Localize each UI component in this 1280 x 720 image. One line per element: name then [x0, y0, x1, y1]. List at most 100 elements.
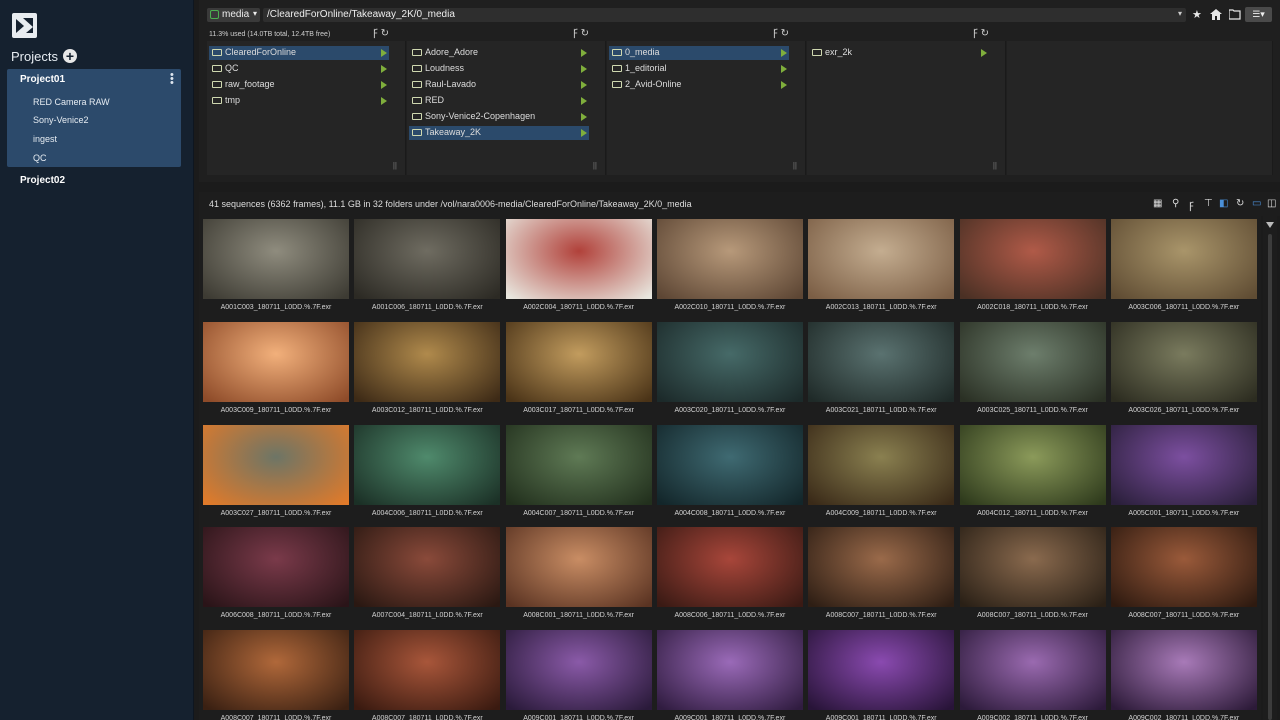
sequence-thumbnail[interactable] — [505, 630, 652, 711]
project-subitem[interactable]: Sony-Venice2 — [33, 115, 89, 125]
sequence-thumbnail[interactable] — [354, 527, 501, 608]
project-item[interactable]: Project01 • • • RED Camera RAW Sony-Venice… — [7, 69, 181, 167]
column-filter-icon[interactable]: Ꝼ ↻ — [973, 25, 989, 39]
project-subitem[interactable]: RED Camera RAW — [33, 97, 110, 107]
scroll-up-icon[interactable] — [1266, 222, 1274, 228]
sequence-thumbnail[interactable] — [505, 219, 652, 299]
column-filter-icon[interactable]: Ꝼ ↻ — [573, 25, 589, 39]
sequence-thumbnail[interactable] — [808, 527, 955, 608]
expand-arrow-icon[interactable] — [981, 49, 987, 57]
folder-row[interactable]: 2_Avid-Online — [609, 78, 789, 92]
star-icon[interactable]: ★ — [1192, 8, 1202, 21]
chevron-down-icon[interactable]: ▾ — [1178, 9, 1182, 18]
expand-arrow-icon[interactable] — [381, 65, 387, 73]
path-input[interactable]: /ClearedForOnline/Takeaway_2K/0_media ▾ — [263, 8, 1186, 22]
scrollbar-thumb[interactable] — [1268, 234, 1272, 720]
folder-row[interactable]: ClearedForOnline — [209, 46, 389, 60]
sequence-thumbnail[interactable] — [505, 527, 652, 608]
sequence-thumbnail[interactable] — [959, 527, 1106, 608]
expand-arrow-icon[interactable] — [581, 129, 587, 137]
folder-row[interactable]: 1_editorial — [609, 62, 789, 76]
sequence-thumbnail[interactable] — [808, 424, 955, 505]
sequence-thumbnail[interactable] — [959, 424, 1106, 505]
folder-open-icon[interactable] — [1229, 9, 1241, 20]
expand-arrow-icon[interactable] — [781, 49, 787, 57]
sequence-thumbnail[interactable] — [656, 321, 803, 402]
expand-arrow-icon[interactable] — [381, 97, 387, 105]
sidebar-toggle-icon[interactable]: ◫ — [1267, 198, 1276, 209]
sequence-thumbnail[interactable] — [1110, 219, 1257, 299]
folder-row[interactable]: Raul-Lavado — [409, 78, 589, 92]
folder-row[interactable]: 0_media — [609, 46, 789, 60]
folder-row[interactable]: RED — [409, 94, 589, 108]
sequence-thumbnail[interactable] — [959, 219, 1106, 299]
column-filter-icon[interactable]: Ꝼ ↻ — [773, 25, 789, 39]
layers-icon[interactable]: ◧ — [1219, 198, 1228, 209]
refresh-icon[interactable]: ↻ — [1236, 198, 1244, 209]
sequence-thumbnail[interactable] — [656, 424, 803, 505]
sequence-thumbnail[interactable] — [656, 219, 803, 299]
home-icon[interactable] — [1210, 9, 1222, 20]
sequence-label: A002C018_180711_L0DD.%.7F.exr — [977, 304, 1088, 311]
panel-icon[interactable]: ▭ — [1252, 198, 1261, 209]
volume-select[interactable]: media ▾ — [207, 8, 260, 22]
sequence-thumbnail[interactable] — [1110, 527, 1257, 608]
project-item[interactable]: Project02 — [20, 175, 65, 186]
expand-arrow-icon[interactable] — [581, 81, 587, 89]
sequence-thumbnail[interactable] — [505, 321, 652, 402]
sequence-thumbnail[interactable] — [505, 424, 652, 505]
sequence-thumbnail[interactable] — [808, 630, 955, 711]
folder-row[interactable]: Adore_Adore — [409, 46, 589, 60]
sequence-thumbnail[interactable] — [959, 630, 1106, 711]
expand-arrow-icon[interactable] — [581, 113, 587, 121]
sequence-thumbnail[interactable] — [656, 630, 803, 711]
tag-icon[interactable]: ⊤ — [1204, 198, 1213, 209]
sequence-thumbnail[interactable] — [203, 219, 349, 299]
sequence-thumbnail[interactable] — [354, 424, 501, 505]
more-options-icon[interactable]: • • • — [170, 70, 174, 89]
expand-arrow-icon[interactable] — [581, 65, 587, 73]
folder-icon — [212, 49, 222, 56]
sequence-thumbnail[interactable] — [354, 630, 501, 711]
add-project-button[interactable]: + — [63, 49, 77, 63]
folder-row[interactable]: raw_footage — [209, 78, 389, 92]
tree-icon[interactable]: ⚲ — [1172, 198, 1179, 209]
project-subitem[interactable]: ingest — [33, 134, 57, 144]
sequence-thumbnail[interactable] — [203, 424, 349, 505]
folder-row[interactable]: tmp — [209, 94, 389, 108]
sequence-thumbnail[interactable] — [656, 527, 803, 608]
expand-arrow-icon[interactable] — [381, 81, 387, 89]
folder-row[interactable]: Takeaway_2K — [409, 126, 589, 140]
scrollbar[interactable] — [1263, 216, 1277, 720]
folder-row[interactable]: Loudness — [409, 62, 589, 76]
project-subitem[interactable]: QC — [33, 153, 47, 163]
folder-row[interactable]: Sony-Venice2-Copenhagen — [409, 110, 589, 124]
sequence-thumbnail[interactable] — [1110, 630, 1257, 711]
filter-icon[interactable]: Ꝼ — [1189, 198, 1194, 212]
sequence-thumbnail[interactable] — [959, 321, 1106, 402]
column-resize-handle[interactable]: || — [993, 161, 997, 170]
sequence-thumbnail[interactable] — [354, 219, 501, 299]
sequence-thumbnail[interactable] — [808, 219, 955, 299]
expand-arrow-icon[interactable] — [381, 49, 387, 57]
column-resize-handle[interactable]: || — [593, 161, 597, 170]
column-resize-handle[interactable]: || — [393, 161, 397, 170]
sequence-thumbnail[interactable] — [354, 321, 501, 402]
sequence-thumbnail[interactable] — [203, 321, 349, 402]
expand-arrow-icon[interactable] — [581, 49, 587, 57]
view-options-icon[interactable]: ☰▾ — [1245, 7, 1272, 22]
folder-row[interactable]: exr_2k — [809, 46, 989, 60]
sequence-thumbnail[interactable] — [1110, 424, 1257, 505]
folder-name: exr_2k — [825, 47, 853, 57]
column-resize-handle[interactable]: || — [793, 161, 797, 170]
sequence-thumbnail[interactable] — [808, 321, 955, 402]
sequence-thumbnail[interactable] — [1110, 321, 1257, 402]
expand-arrow-icon[interactable] — [781, 81, 787, 89]
expand-arrow-icon[interactable] — [581, 97, 587, 105]
grid-view-icon[interactable]: ▦ — [1153, 198, 1162, 209]
sequence-thumbnail[interactable] — [203, 527, 349, 608]
expand-arrow-icon[interactable] — [781, 65, 787, 73]
sequence-thumbnail[interactable] — [203, 630, 349, 711]
folder-row[interactable]: QC — [209, 62, 389, 76]
column-filter-icon[interactable]: Ꝼ ↻ — [373, 25, 389, 39]
